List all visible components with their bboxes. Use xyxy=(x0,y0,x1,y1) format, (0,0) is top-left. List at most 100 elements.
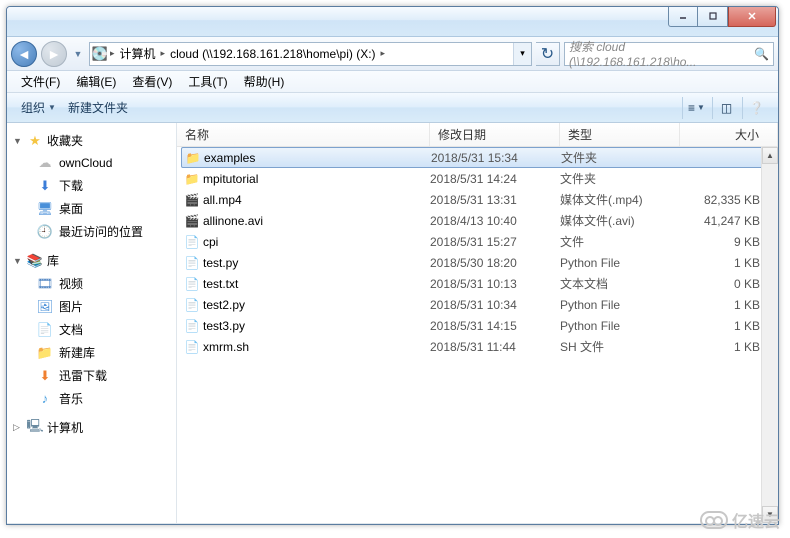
document-icon: 📄 xyxy=(37,322,53,338)
view-button[interactable]: ≡ ▼ xyxy=(682,97,710,119)
file-row[interactable]: 📄test2.py2018/5/31 10:34Python File1 KB xyxy=(177,294,778,315)
file-row[interactable]: 📁mpitutorial2018/5/31 14:24文件夹 xyxy=(177,168,778,189)
menu-file[interactable]: 文件(F) xyxy=(15,71,66,92)
refresh-button[interactable]: ↻ xyxy=(536,42,560,66)
file-date: 2018/5/31 14:15 xyxy=(430,319,560,333)
sidebar-item-owncloud[interactable]: ☁ownCloud xyxy=(7,152,176,174)
toolbar: 组织 ▼ 新建文件夹 ≡ ▼ ◫ ❔ xyxy=(7,93,778,123)
preview-pane-button[interactable]: ◫ xyxy=(712,97,740,119)
file-name: all.mp4 xyxy=(201,193,430,207)
menubar: 文件(F) 编辑(E) 查看(V) 工具(T) 帮助(H) xyxy=(7,71,778,93)
help-button[interactable]: ❔ xyxy=(742,97,770,119)
address-bar[interactable]: 💽 ▸ 计算机 ▸ cloud (\\192.168.161.218\home\… xyxy=(89,42,532,66)
sidebar-item-music[interactable]: ♪音乐 xyxy=(7,387,176,410)
file-name: test3.py xyxy=(201,319,430,333)
col-name[interactable]: 名称 xyxy=(177,123,430,146)
file-type: Python File xyxy=(560,256,680,270)
menu-edit[interactable]: 编辑(E) xyxy=(70,71,122,92)
file-date: 2018/5/31 11:44 xyxy=(430,340,560,354)
search-placeholder: 搜索 cloud (\\192.168.161.218\ho... xyxy=(569,38,754,69)
file-type: 文件夹 xyxy=(561,149,681,166)
download-icon: ⬇ xyxy=(37,178,53,194)
sidebar-item-pictures[interactable]: 🖼图片 xyxy=(7,295,176,318)
col-size[interactable]: 大小 xyxy=(680,123,778,146)
file-list[interactable]: 📁examples2018/5/31 15:34文件夹📁mpitutorial2… xyxy=(177,147,778,357)
star-icon: ★ xyxy=(27,133,43,149)
chevron-icon[interactable]: ▸ xyxy=(159,48,168,59)
file-icon: 📄 xyxy=(183,319,201,333)
sidebar-item-documents[interactable]: 📄文档 xyxy=(7,318,176,341)
file-row[interactable]: 📄test.py2018/5/30 18:20Python File1 KB xyxy=(177,252,778,273)
file-pane: 名称 修改日期 类型 大小 📁examples2018/5/31 15:34文件… xyxy=(177,123,778,523)
file-row[interactable]: 📄test.txt2018/5/31 10:13文本文档0 KB xyxy=(177,273,778,294)
scrollbar[interactable]: ▲ ▼ xyxy=(761,147,778,523)
file-name: test2.py xyxy=(201,298,430,312)
recent-icon: 🕘 xyxy=(37,224,53,240)
file-icon: 📄 xyxy=(183,235,201,249)
sidebar-item-downloads[interactable]: ⬇下载 xyxy=(7,174,176,197)
scroll-up[interactable]: ▲ xyxy=(762,147,778,164)
forward-button[interactable]: ► xyxy=(41,41,67,67)
sidebar-computer[interactable]: ▷🖳计算机 xyxy=(7,416,176,439)
menu-help[interactable]: 帮助(H) xyxy=(238,71,291,92)
chevron-icon[interactable]: ▸ xyxy=(379,48,388,59)
sidebar-item-desktop[interactable]: 🖥桌面 xyxy=(7,197,176,220)
file-icon: 📄 xyxy=(183,340,201,354)
file-date: 2018/5/31 13:31 xyxy=(430,193,560,207)
drive-large-icon xyxy=(13,525,61,526)
computer-icon: 🖳 xyxy=(27,420,43,436)
sidebar[interactable]: ▼★收藏夹 ☁ownCloud ⬇下载 🖥桌面 🕘最近访问的位置 ▼📚库 🎞视频… xyxy=(7,123,177,523)
titlebar[interactable] xyxy=(7,7,778,37)
watermark: 亿速云 xyxy=(700,508,780,532)
file-type: SH 文件 xyxy=(560,338,680,355)
file-icon: 📄 xyxy=(183,298,201,312)
explorer-window: ◄ ► ▼ 💽 ▸ 计算机 ▸ cloud (\\192.168.161.218… xyxy=(6,6,779,525)
file-type: Python File xyxy=(560,319,680,333)
breadcrumb-computer[interactable]: 计算机 xyxy=(117,43,159,65)
file-name: examples xyxy=(202,151,431,165)
breadcrumb-drive[interactable]: cloud (\\192.168.161.218\home\pi) (X:) xyxy=(167,43,378,65)
file-icon: 📄 xyxy=(183,256,201,270)
file-row[interactable]: 📁examples2018/5/31 15:34文件夹 xyxy=(181,147,774,168)
history-dropdown[interactable]: ▼ xyxy=(71,49,85,59)
file-row[interactable]: 📄cpi2018/5/31 15:27文件9 KB xyxy=(177,231,778,252)
sidebar-item-thunder[interactable]: ⬇迅雷下载 xyxy=(7,364,176,387)
sidebar-item-videos[interactable]: 🎞视频 xyxy=(7,272,176,295)
file-type: 文件夹 xyxy=(560,170,680,187)
close-button[interactable] xyxy=(728,7,776,27)
newfolder-button[interactable]: 新建文件夹 xyxy=(62,96,134,119)
file-type: 媒体文件(.mp4) xyxy=(560,191,680,208)
file-row[interactable]: 🎬allinone.avi2018/4/13 10:40媒体文件(.avi)41… xyxy=(177,210,778,231)
file-icon: 🎬 xyxy=(183,214,201,228)
file-date: 2018/5/31 14:24 xyxy=(430,172,560,186)
back-button[interactable]: ◄ xyxy=(11,41,37,67)
sidebar-favorites[interactable]: ▼★收藏夹 xyxy=(7,129,176,152)
file-type: 文本文档 xyxy=(560,275,680,292)
menu-tools[interactable]: 工具(T) xyxy=(182,71,233,92)
menu-view[interactable]: 查看(V) xyxy=(126,71,178,92)
file-icon: 🎬 xyxy=(183,193,201,207)
file-row[interactable]: 📄xmrm.sh2018/5/31 11:44SH 文件1 KB xyxy=(177,336,778,357)
file-date: 2018/4/13 10:40 xyxy=(430,214,560,228)
sidebar-item-newlib[interactable]: 📁新建库 xyxy=(7,341,176,364)
file-row[interactable]: 📄test3.py2018/5/31 14:15Python File1 KB xyxy=(177,315,778,336)
library-icon: 📚 xyxy=(27,253,43,269)
minimize-button[interactable] xyxy=(668,7,698,27)
col-date[interactable]: 修改日期 xyxy=(430,123,560,146)
column-headers: 名称 修改日期 类型 大小 xyxy=(177,123,778,147)
col-type[interactable]: 类型 xyxy=(560,123,680,146)
file-date: 2018/5/31 15:34 xyxy=(431,151,561,165)
search-icon[interactable]: 🔍 xyxy=(754,47,769,61)
file-name: test.py xyxy=(201,256,430,270)
file-row[interactable]: 🎬all.mp42018/5/31 13:31媒体文件(.mp4)82,335 … xyxy=(177,189,778,210)
sidebar-libraries[interactable]: ▼📚库 xyxy=(7,249,176,272)
chevron-icon[interactable]: ▸ xyxy=(108,48,117,59)
maximize-button[interactable] xyxy=(698,7,728,27)
status-bar: 10 个对象 xyxy=(7,523,778,525)
organize-button[interactable]: 组织 ▼ xyxy=(15,96,62,119)
file-name: cpi xyxy=(201,235,430,249)
address-dropdown[interactable]: ▾ xyxy=(513,42,531,66)
file-icon: 📁 xyxy=(184,151,202,165)
sidebar-item-recent[interactable]: 🕘最近访问的位置 xyxy=(7,220,176,243)
search-input[interactable]: 搜索 cloud (\\192.168.161.218\ho... 🔍 xyxy=(564,42,774,66)
